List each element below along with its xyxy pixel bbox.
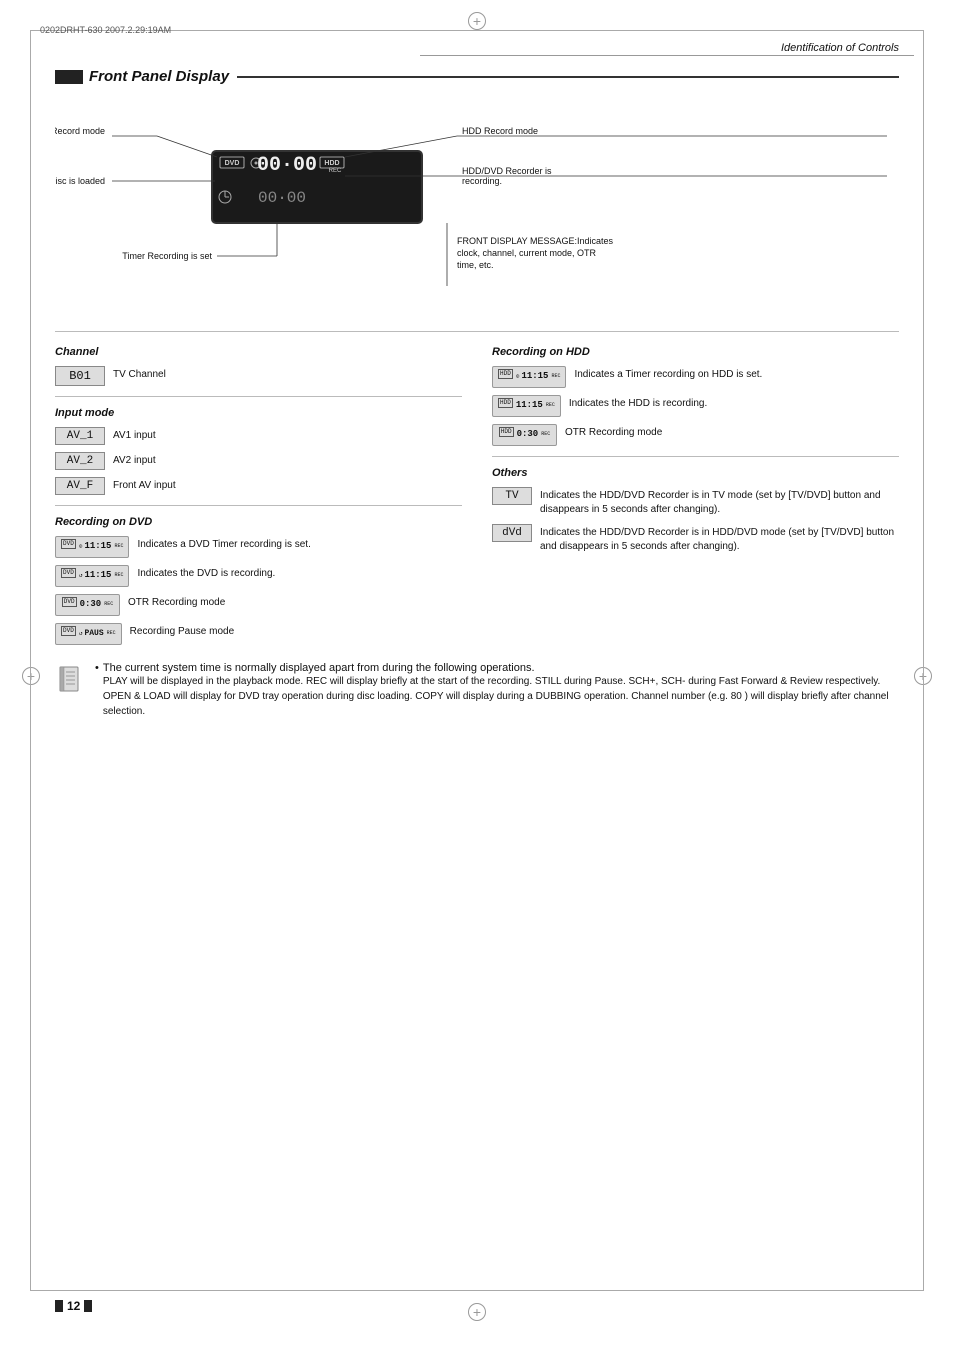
others-desc-2: Indicates the HDD/DVD Recorder is in HDD… [540, 524, 899, 554]
note-bullet-body: The current system time is normally disp… [103, 662, 899, 719]
av1-desc: AV1 input [113, 427, 156, 443]
page-header-title: Identification of Controls [781, 42, 899, 54]
svg-text:time, etc.: time, etc. [457, 260, 494, 270]
svg-text:clock, channel, current mode,: clock, channel, current mode, OTR [457, 248, 597, 258]
others-desc-1: Indicates the HDD/DVD Recorder is in TV … [540, 487, 899, 517]
page-border-bottom [30, 1290, 924, 1291]
dvd-rec-desc-2: Indicates the DVD is recording. [137, 565, 275, 581]
hdd-rec-desc-3: OTR Recording mode [565, 424, 662, 440]
dvd-rec-desc-4: Recording Pause mode [130, 623, 235, 639]
section-title-line [237, 76, 899, 78]
reg-mark-left [22, 667, 40, 685]
channel-desc: TV Channel [113, 366, 166, 382]
hdd-rec-icon-3: HDD 0:30 REC [492, 424, 557, 446]
note-bullet-text: The current system time is normally disp… [95, 662, 899, 719]
dvd-rec-icon-2: DVD ↺ 11:15 REC [55, 565, 129, 587]
right-column: Recording on HDD HDD ⊙ 11:15 REC Indicat… [492, 342, 899, 652]
diagram-svg: DVD 00·00 HDD REC 00·00 [55, 101, 899, 331]
page-number-text: 12 [67, 1299, 80, 1313]
input-mode-av2-row: AV_2 AV2 input [55, 452, 462, 470]
others-row-1: TV Indicates the HDD/DVD Recorder is in … [492, 487, 899, 517]
dvd-rec-row-2: DVD ↺ 11:15 REC Indicates the DVD is rec… [55, 565, 462, 587]
hdd-rec-icon-2: HDD 11:15 REC [492, 395, 561, 417]
hdd-rec-desc-1: Indicates a Timer recording on HDD is se… [574, 366, 762, 382]
dvd-mode-box: dVd [492, 524, 532, 542]
section-title: Front Panel Display [89, 68, 229, 85]
others-row-2: dVd Indicates the HDD/DVD Recorder is in… [492, 524, 899, 554]
others-title: Others [492, 467, 899, 479]
main-content: Front Panel Display DVD 00·00 HDD REC [55, 68, 899, 1271]
hdd-rec-row-3: HDD 0:30 REC OTR Recording mode [492, 424, 899, 446]
av2-desc: AV2 input [113, 452, 156, 468]
svg-text:00·00: 00·00 [257, 154, 317, 177]
reg-mark-bottom [468, 1303, 486, 1321]
title-rect-icon [55, 70, 83, 84]
dvd-rec-row-1: DVD ⊙ 11:15 REC Indicates a DVD Timer re… [55, 536, 462, 558]
two-column-layout: Channel B01 TV Channel Input mode AV_1 A… [55, 342, 899, 652]
svg-text:DVD Record mode: DVD Record mode [55, 126, 105, 136]
hdd-rec-icon-1: HDD ⊙ 11:15 REC [492, 366, 566, 388]
note-content: The current system time is normally disp… [95, 662, 899, 719]
input-mode-avf-row: AV_F Front AV input [55, 477, 462, 495]
diagram-area: DVD 00·00 HDD REC 00·00 [55, 101, 899, 331]
dvd-rec-icon-1: DVD ⊙ 11:15 REC [55, 536, 129, 558]
input-divider [55, 505, 462, 506]
dvd-rec-desc-3: OTR Recording mode [128, 594, 225, 610]
svg-text:REC: REC [329, 168, 342, 174]
svg-text:FRONT DISPLAY MESSAGE:Indicate: FRONT DISPLAY MESSAGE:Indicates [457, 236, 614, 246]
hdd-rec-row-2: HDD 11:15 REC Indicates the HDD is recor… [492, 395, 899, 417]
dvd-rec-icon-4: DVD ↺ PAUS REC [55, 623, 122, 645]
page-border-left [30, 30, 31, 1291]
avf-desc: Front AV input [113, 477, 176, 493]
svg-text:HDD Record mode: HDD Record mode [462, 126, 538, 136]
header-divider [420, 55, 914, 56]
main-divider [55, 331, 899, 332]
svg-text:HDD: HDD [324, 160, 339, 167]
dvd-rec-row-3: DVD 0:30 REC OTR Recording mode [55, 594, 462, 616]
hdd-rec-row-1: HDD ⊙ 11:15 REC Indicates a Timer record… [492, 366, 899, 388]
svg-text:HDD/DVD Recorder is: HDD/DVD Recorder is [462, 166, 552, 176]
svg-text:recording.: recording. [462, 176, 502, 186]
avf-box: AV_F [55, 477, 105, 495]
svg-text:DVD: DVD [225, 160, 240, 167]
channel-title: Channel [55, 346, 462, 358]
page-number-rect-icon-right [84, 1300, 92, 1312]
channel-divider [55, 396, 462, 397]
left-column: Channel B01 TV Channel Input mode AV_1 A… [55, 342, 462, 652]
tv-box: TV [492, 487, 532, 505]
note-icon [55, 664, 85, 694]
channel-row: B01 TV Channel [55, 366, 462, 386]
recording-dvd-title: Recording on DVD [55, 516, 462, 528]
svg-text:Disc is loaded: Disc is loaded [55, 176, 105, 186]
file-info: 0202DRHT-630 2007.2.29:19AM [40, 25, 171, 35]
av2-box: AV_2 [55, 452, 105, 470]
page-border-right [923, 30, 924, 1291]
av1-box: AV_1 [55, 427, 105, 445]
svg-text:00·00: 00·00 [258, 189, 306, 207]
dvd-rec-desc-1: Indicates a DVD Timer recording is set. [137, 536, 310, 552]
svg-text:Timer Recording is set: Timer Recording is set [122, 251, 212, 261]
page-number-rect-icon [55, 1300, 63, 1312]
dvd-rec-row-4: DVD ↺ PAUS REC Recording Pause mode [55, 623, 462, 645]
page-number-area: 12 [55, 1299, 92, 1313]
note-body-text: PLAY will be displayed in the playback m… [103, 676, 889, 717]
input-mode-av1-row: AV_1 AV1 input [55, 427, 462, 445]
recording-hdd-title: Recording on HDD [492, 346, 899, 358]
hdd-rec-desc-2: Indicates the HDD is recording. [569, 395, 707, 411]
channel-box: B01 [55, 366, 105, 386]
note-section: The current system time is normally disp… [55, 662, 899, 719]
section-title-bar: Front Panel Display [55, 68, 899, 85]
input-mode-title: Input mode [55, 407, 462, 419]
dvd-rec-icon-3: DVD 0:30 REC [55, 594, 120, 616]
hdd-divider [492, 456, 899, 457]
